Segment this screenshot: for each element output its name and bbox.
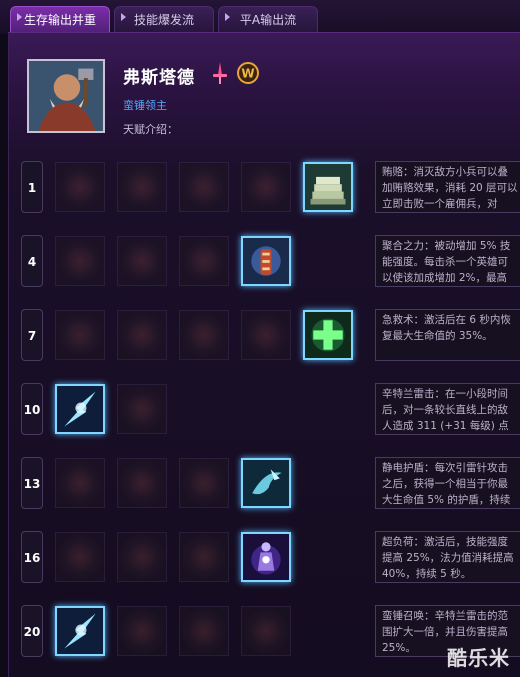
talent-option-1[interactable] — [55, 310, 105, 360]
first-aid-talent-icon[interactable] — [303, 310, 353, 360]
tab-arrow-icon — [121, 13, 126, 21]
talent-option-2[interactable] — [117, 310, 167, 360]
talent-option-2[interactable] — [117, 236, 167, 286]
talent-option-2[interactable] — [117, 606, 167, 656]
tier-label: 1 — [21, 161, 43, 213]
hinterland-blast-talent-icon[interactable] — [55, 384, 105, 434]
talent-option-3[interactable] — [179, 162, 229, 212]
hero-portrait — [27, 59, 105, 133]
talent-option-1[interactable] — [55, 458, 105, 508]
tier-label: 7 — [21, 309, 43, 361]
tier-label: 13 — [21, 457, 43, 509]
static-shield-talent-icon[interactable] — [241, 458, 291, 508]
talent-intro-label: 天赋介绍： — [123, 123, 178, 136]
talent-option-2[interactable] — [117, 162, 167, 212]
talent-row-16: 16 超负荷：激活后，技能强度提高 25%，法力值消耗提高 40%，持续 5 秒… — [21, 531, 520, 585]
tier-label: 4 — [21, 235, 43, 287]
talent-description: 聚合之力：被动增加 5% 技能强度。每击杀一个英雄可以使该加成增加 2%，最高 — [375, 235, 520, 287]
call-of-the-wildhammer-talent-icon[interactable] — [55, 606, 105, 656]
talent-option-1[interactable] — [55, 532, 105, 582]
tier-label: 20 — [21, 605, 43, 657]
assassin-role-icon — [213, 62, 227, 84]
talent-option-2[interactable] — [117, 384, 167, 434]
talent-row-7: 7 急救术：激活后在 6 秒内恢复最大生命值的 35%。 — [21, 309, 520, 363]
talent-row-4: 4 聚合之力：被动增加 5% 技能强度。每击杀一个英雄可以使该加成增加 2%，最… — [21, 235, 520, 289]
talent-option-3[interactable] — [179, 458, 229, 508]
talent-panel: 弗斯塔德 W 蛮锤领主 天赋介绍： 1 贿赂：消灭敌方小兵可以叠加贿赂效果，消耗… — [8, 32, 520, 677]
talent-option-1[interactable] — [55, 162, 105, 212]
conjurers-pursuit-talent-icon[interactable] — [241, 236, 291, 286]
tier-label: 16 — [21, 531, 43, 583]
talent-row-10: 10 辛特兰雷击：在一小段时间后，对一条较长直线上的敌人造成 311 (+31 … — [21, 383, 520, 437]
talent-option-3[interactable] — [179, 606, 229, 656]
talent-option-3[interactable] — [179, 310, 229, 360]
talent-description: 急救术：激活后在 6 秒内恢复最大生命值的 35%。 — [375, 309, 520, 361]
talent-description: 辛特兰雷击：在一小段时间后，对一条较长直线上的敌人造成 311 (+31 每级)… — [375, 383, 520, 435]
tab-arrow-icon — [225, 13, 230, 21]
tab-bar: 生存输出并重 技能爆发流 平A输出流 — [0, 0, 520, 34]
warcraft-universe-icon: W — [237, 62, 259, 84]
talent-option-3[interactable] — [179, 236, 229, 286]
talent-row-13: 13 静电护盾：每次引雷针攻击之后，获得一个相当于你最大生命值 5% 的护盾，持… — [21, 457, 520, 511]
talent-option-2[interactable] — [117, 458, 167, 508]
watermark: 酷乐米 — [447, 646, 510, 670]
talent-description: 超负荷：激活后，技能强度提高 25%，法力值消耗提高 40%，持续 5 秒。 — [375, 531, 520, 583]
tab-label: 生存输出并重 — [23, 13, 96, 27]
svg-text:W: W — [241, 67, 254, 81]
tab-auto-attack[interactable]: 平A输出流 — [218, 6, 318, 32]
tab-label: 技能爆发流 — [133, 13, 194, 27]
bribe-talent-icon[interactable] — [303, 162, 353, 212]
dwarf-portrait-icon — [29, 61, 103, 131]
talent-option-1[interactable] — [55, 236, 105, 286]
hero-name: 弗斯塔德 — [123, 68, 195, 88]
tier-label: 10 — [21, 383, 43, 435]
talent-description: 贿赂：消灭敌方小兵可以叠加贿赂效果，消耗 20 层可以立即击败一个雇佣兵，对 — [375, 161, 520, 213]
hero-title: 蛮锤领主 — [123, 99, 167, 112]
talent-description: 静电护盾：每次引雷针攻击之后，获得一个相当于你最大生命值 5% 的护盾，持续 — [375, 457, 520, 509]
talent-option-2[interactable] — [117, 532, 167, 582]
talent-option-4[interactable] — [241, 310, 291, 360]
talent-row-20: 20 蛮锤召唤：辛特兰雷击的范围扩大一倍，并且伤害提高 25%。 — [21, 605, 520, 659]
tab-survival-damage[interactable]: 生存输出并重 — [10, 6, 110, 32]
overdrive-talent-icon[interactable] — [241, 532, 291, 582]
talent-option-4[interactable] — [241, 606, 291, 656]
tab-arrow-icon — [17, 13, 22, 21]
tab-skill-burst[interactable]: 技能爆发流 — [114, 6, 214, 32]
tab-label: 平A输出流 — [239, 13, 297, 27]
talent-option-4[interactable] — [241, 162, 291, 212]
talent-option-3[interactable] — [179, 532, 229, 582]
talent-row-1: 1 贿赂：消灭敌方小兵可以叠加贿赂效果，消耗 20 层可以立即击败一个雇佣兵，对 — [21, 161, 520, 215]
